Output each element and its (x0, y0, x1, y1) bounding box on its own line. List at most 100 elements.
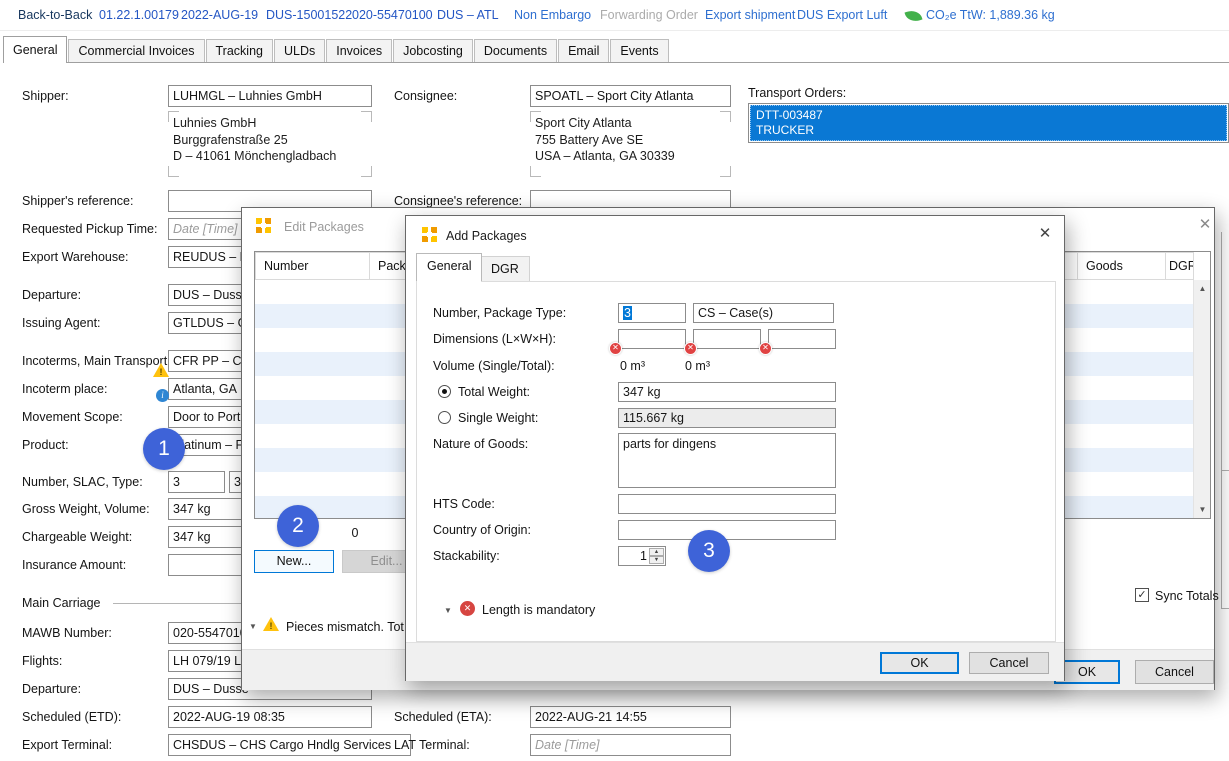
export-shipment-link[interactable]: Export shipment (705, 8, 795, 22)
pieces-mismatch-warning-icon: ! (263, 617, 279, 631)
flights-label: Flights: (22, 654, 63, 668)
add-dialog-footer (406, 642, 1064, 681)
main-tab-strip: General Commercial Invoices Tracking ULD… (3, 36, 1229, 63)
dimensions-label: Dimensions (L×W×H): (433, 332, 556, 346)
annotation-step-1: 1 (143, 428, 185, 470)
incoterm-place-info-icon: i (156, 389, 169, 402)
scheduled-eta-field[interactable]: 2022-AUG-21 14:55 (530, 706, 731, 728)
add-dialog-ok-button[interactable]: OK (880, 652, 959, 674)
tab-tracking[interactable]: Tracking (205, 39, 273, 62)
column-header-number[interactable]: Number (255, 252, 370, 280)
nature-of-goods-field[interactable]: parts for dingens (618, 433, 836, 488)
transport-order-item[interactable]: DTT-003487 TRUCKER (750, 105, 1227, 141)
tab-email[interactable]: Email (558, 39, 610, 62)
annotation-step-2: 2 (277, 505, 319, 547)
sync-totals-checkbox[interactable]: ✓ (1135, 588, 1149, 602)
scroll-up-icon[interactable]: ▲ (1194, 280, 1211, 297)
departure2-label: Departure: (22, 682, 82, 696)
edit-dialog-cancel-button[interactable]: Cancel (1135, 660, 1214, 684)
consignee-field[interactable]: SPOATL – Sport City Atlanta (530, 85, 731, 107)
shipper-field[interactable]: LUHMGL – Luhnies GmbH (168, 85, 372, 107)
country-of-origin-field[interactable] (618, 520, 836, 540)
co2-leaf-icon (904, 7, 923, 25)
mawb-number-label: MAWB Number: (22, 626, 112, 640)
length-error-icon: ✕ (609, 342, 622, 355)
insurance-amount-label: Insurance Amount: (22, 558, 127, 572)
shippers-reference-label: Shipper's reference: (22, 194, 134, 208)
date-link[interactable]: 2022-AUG-19 (181, 8, 258, 22)
edit-packages-title: Edit Packages (284, 220, 364, 234)
single-weight-field[interactable]: 115.667 kg (618, 408, 836, 428)
add-tab-dgr[interactable]: DGR (480, 256, 530, 282)
new-package-button[interactable]: New... (254, 550, 334, 573)
error-expander-icon[interactable]: ▼ (444, 606, 452, 615)
background-panel-edge (1221, 232, 1229, 609)
tab-general[interactable]: General (3, 36, 68, 63)
export-terminal-field[interactable]: CHSDUS – CHS Cargo Hndlg Services (168, 734, 411, 756)
tab-ulds[interactable]: ULDs (273, 39, 326, 62)
tab-events[interactable]: Events (610, 39, 669, 62)
total-weight-radio[interactable] (438, 385, 451, 398)
single-weight-radio[interactable] (438, 411, 451, 424)
scroll-down-icon[interactable]: ▼ (1194, 501, 1211, 518)
add-tab-general[interactable]: General (416, 253, 483, 282)
tab-commercial-invoices[interactable]: Commercial Invoices (68, 39, 205, 62)
transport-order-number: DTT-003487 (756, 108, 823, 122)
width-field[interactable] (693, 329, 761, 349)
background-panel-tick (1221, 470, 1229, 471)
awb-link[interactable]: 020-55470100 (352, 8, 433, 22)
column-header-dgr[interactable]: DGR (1165, 252, 1194, 280)
embargo-status[interactable]: Non Embargo (514, 8, 591, 22)
tab-documents[interactable]: Documents (473, 39, 558, 62)
number-slac-type-label: Number, SLAC, Type: (22, 475, 143, 489)
package-number-field[interactable]: 3 (618, 303, 686, 323)
workflow-label: Back-to-Back (18, 8, 93, 22)
number-package-type-label: Number, Package Type: (433, 306, 567, 320)
packages-table-scrollbar[interactable]: ▲ ▼ (1193, 280, 1210, 518)
edit-dialog-close-icon[interactable]: ✕ (1194, 216, 1216, 234)
column-header-goods[interactable]: Goods (1077, 252, 1166, 280)
export-warehouse-label: Export Warehouse: (22, 250, 129, 264)
width-error-icon: ✕ (684, 342, 697, 355)
package-type-field[interactable]: CS – Case(s) (693, 303, 834, 323)
transport-order-type: TRUCKER (756, 123, 815, 137)
product-label: Product: (22, 438, 69, 452)
scheduled-etd-field[interactable]: 2022-AUG-19 08:35 (168, 706, 372, 728)
length-mandatory-error-text: Length is mandatory (482, 603, 596, 617)
stackability-up-icon[interactable]: ▲ (649, 548, 664, 556)
warning-expander-icon[interactable]: ▼ (249, 622, 257, 631)
number-field[interactable]: 3 (168, 471, 225, 493)
transport-orders-list[interactable]: DTT-003487 TRUCKER (748, 103, 1229, 143)
add-dialog-cancel-button[interactable]: Cancel (969, 652, 1049, 674)
top-status-bar: Back-to-Back 01.22.1.00179 2022-AUG-19 D… (0, 0, 1229, 31)
route-link[interactable]: DUS – ATL (437, 8, 499, 22)
main-window: { "topbar": { "workflow": "Back-to-Back"… (0, 0, 1229, 761)
version-link[interactable]: 01.22.1.00179 (99, 8, 179, 22)
annotation-step-3: 3 (688, 530, 730, 572)
tab-invoices[interactable]: Invoices (326, 39, 393, 62)
single-weight-label: Single Weight: (458, 411, 539, 425)
file-ref-link[interactable]: DUS-15001522 (266, 8, 352, 22)
chargeable-weight-label: Chargeable Weight: (22, 530, 133, 544)
scheduled-etd-label: Scheduled (ETD): (22, 710, 122, 724)
hts-code-field[interactable] (618, 494, 836, 514)
tab-jobcosting[interactable]: Jobcosting (393, 39, 473, 62)
stackability-stepper[interactable]: 1 ▲ ▼ (618, 546, 666, 566)
stackability-down-icon[interactable]: ▼ (649, 556, 664, 564)
length-field[interactable] (618, 329, 686, 349)
branch-link[interactable]: DUS Export Luft (797, 8, 887, 22)
issuing-agent-label: Issuing Agent: (22, 316, 101, 330)
incoterms-label: Incoterms, Main Transport: (22, 354, 171, 368)
height-field[interactable] (768, 329, 836, 349)
consignee-address: Sport City Atlanta 755 Battery Ave SE US… (535, 116, 675, 163)
shipper-address: Luhnies GmbH Burggrafenstraße 25 D – 410… (173, 116, 337, 163)
pieces-mismatch-warning-text: Pieces mismatch. Tot (286, 620, 404, 634)
total-weight-label: Total Weight: (458, 385, 531, 399)
lat-terminal-field[interactable]: Date [Time] (530, 734, 731, 756)
sync-totals-label: Sync Totals (1155, 589, 1219, 603)
departure-label: Departure: (22, 288, 82, 302)
add-dialog-close-icon[interactable]: ✕ (1034, 225, 1056, 243)
co2-value: CO₂e TtW: 1,889.36 kg (926, 8, 1055, 22)
total-weight-field[interactable]: 347 kg (618, 382, 836, 402)
lat-terminal-label: LAT Terminal: (394, 738, 470, 752)
